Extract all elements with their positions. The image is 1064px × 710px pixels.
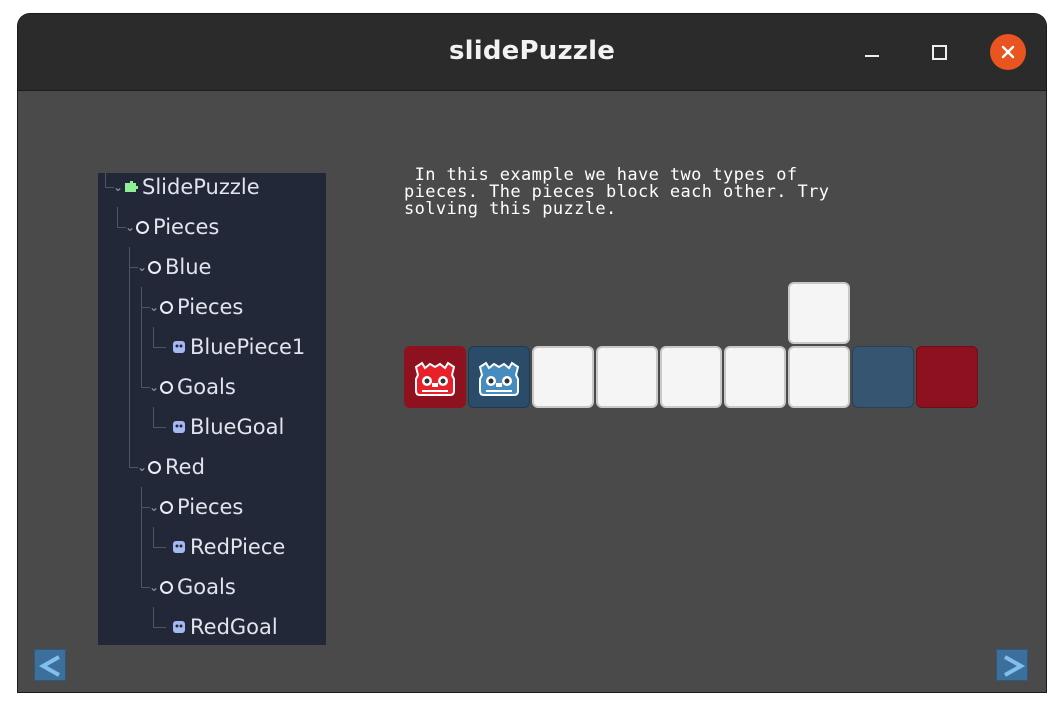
tree-item-red[interactable]: ⌄ Red: [136, 447, 205, 487]
node-ring-icon: [136, 220, 149, 234]
tree-item-label: Pieces: [153, 215, 220, 239]
board-cell[interactable]: [660, 346, 722, 408]
red-goal[interactable]: [916, 346, 978, 408]
tree-item-pieces[interactable]: ⌄ Pieces: [124, 207, 219, 247]
close-icon: [1001, 45, 1015, 59]
tree-item-label: BlueGoal: [190, 415, 285, 439]
game-viewport: ⌄ SlidePuzzle ⌄ Pieces ⌄ Blue ⌄ Pieces B…: [18, 91, 1046, 692]
tree-item-label: RedPiece: [190, 535, 286, 559]
next-button[interactable]: [996, 649, 1028, 681]
instructions-line: solving this puzzle.: [404, 199, 617, 219]
chevron-down-icon[interactable]: ⌄: [148, 500, 160, 514]
tree-item-red-pieces[interactable]: ⌄ Pieces: [148, 487, 243, 527]
close-button[interactable]: [990, 34, 1026, 70]
tree-connector: [153, 527, 166, 548]
tree-item-blue-goals[interactable]: ⌄ Goals: [148, 367, 236, 407]
scene-tree-panel: ⌄ SlidePuzzle ⌄ Pieces ⌄ Blue ⌄ Pieces B…: [98, 173, 326, 645]
godot-red-icon: [414, 361, 456, 396]
tree-item-blue[interactable]: ⌄ Blue: [136, 247, 212, 287]
arrow-left-icon: [38, 655, 60, 677]
node-ring-icon: [160, 380, 173, 394]
puzzle-node-icon: [125, 181, 138, 192]
tree-item-bluepiece1[interactable]: BluePiece1: [172, 327, 305, 367]
godot-blue-icon: [478, 361, 520, 396]
board-cell[interactable]: [724, 346, 786, 408]
maximize-icon: [932, 45, 947, 60]
node-ring-icon: [148, 460, 161, 474]
tree-connector: [129, 267, 138, 468]
prev-button[interactable]: [34, 649, 66, 681]
tree-item-slidepuzzle[interactable]: ⌄ SlidePuzzle: [112, 167, 260, 207]
tree-item-label: Pieces: [177, 495, 244, 519]
arrow-right-icon: [1004, 655, 1026, 677]
sprite-node-icon: [173, 541, 185, 553]
tree-item-red-goals[interactable]: ⌄ Goals: [148, 567, 236, 607]
tree-item-label: Blue: [165, 255, 212, 279]
node-ring-icon: [160, 580, 173, 594]
window-title: slidePuzzle: [448, 36, 616, 66]
node-ring-icon: [148, 260, 161, 274]
maximize-button[interactable]: [921, 34, 957, 70]
tree-connector: [153, 607, 166, 628]
tree-connector: [153, 407, 166, 428]
sprite-node-icon: [173, 421, 185, 433]
board-cell[interactable]: [788, 346, 850, 408]
sprite-node-icon: [173, 341, 185, 353]
title-bar[interactable]: slidePuzzle: [18, 14, 1046, 91]
chevron-down-icon[interactable]: ⌄: [148, 380, 160, 394]
red-piece[interactable]: [404, 346, 466, 408]
tree-item-redpiece[interactable]: RedPiece: [172, 527, 285, 567]
board-cell[interactable]: [532, 346, 594, 408]
tree-item-blue-pieces[interactable]: ⌄ Pieces: [148, 287, 243, 327]
app-window: slidePuzzle ⌄ SlidePuzzle ⌄ Pieces ⌄ Blu…: [18, 14, 1046, 692]
tree-item-label: RedGoal: [190, 615, 278, 639]
blue-piece[interactable]: [468, 346, 530, 408]
minimize-button[interactable]: [854, 34, 890, 70]
node-ring-icon: [160, 500, 173, 514]
chevron-down-icon[interactable]: ⌄: [148, 580, 160, 594]
board-cell[interactable]: [788, 282, 850, 344]
minimize-icon: [865, 55, 879, 57]
node-ring-icon: [160, 300, 173, 314]
tree-item-label: Pieces: [177, 295, 244, 319]
tree-item-label: Goals: [177, 575, 236, 599]
tree-item-label: BluePiece1: [190, 335, 306, 359]
tree-connector: [153, 327, 166, 348]
chevron-down-icon[interactable]: ⌄: [136, 460, 148, 474]
tree-item-redgoal[interactable]: RedGoal: [172, 607, 278, 647]
sprite-node-icon: [173, 621, 185, 633]
tree-item-label: SlidePuzzle: [142, 175, 260, 199]
board-cell[interactable]: [596, 346, 658, 408]
tree-item-bluegoal[interactable]: BlueGoal: [172, 407, 284, 447]
tree-item-label: Red: [165, 455, 205, 479]
tree-item-label: Goals: [177, 375, 236, 399]
chevron-down-icon[interactable]: ⌄: [124, 220, 136, 234]
chevron-down-icon[interactable]: ⌄: [136, 260, 148, 274]
chevron-down-icon[interactable]: ⌄: [112, 180, 124, 194]
instructions-text: In this example we have two types of piec…: [404, 167, 924, 218]
chevron-down-icon[interactable]: ⌄: [148, 300, 160, 314]
blue-goal[interactable]: [852, 346, 914, 408]
